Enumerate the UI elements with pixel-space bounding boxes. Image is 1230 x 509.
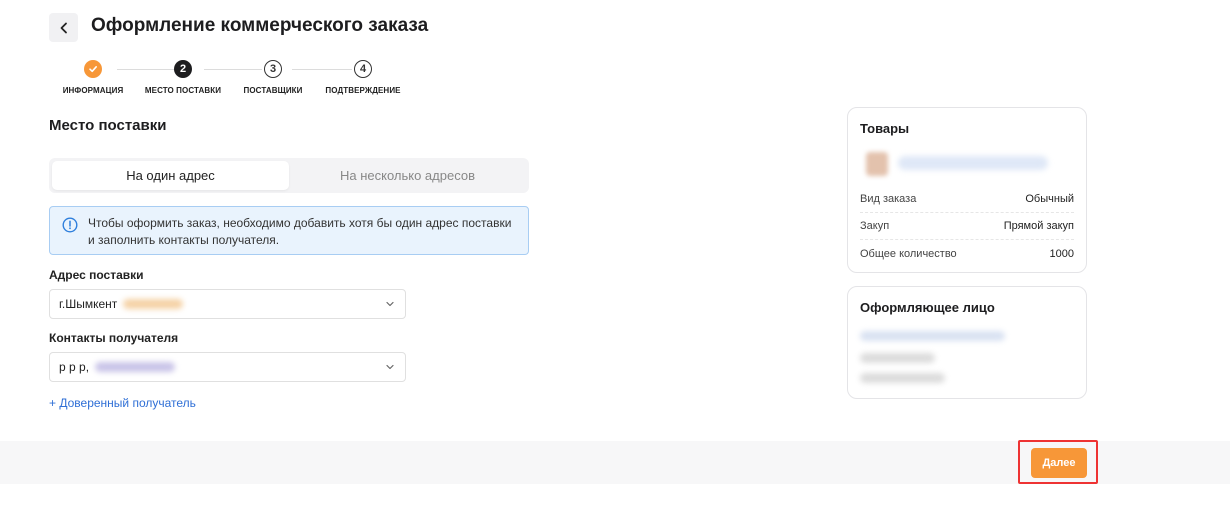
redacted-text bbox=[860, 373, 945, 383]
row-key: Закуп bbox=[860, 220, 890, 232]
issuer-card: Оформляющее лицо bbox=[847, 286, 1087, 399]
step-number: 2 bbox=[174, 60, 192, 78]
redacted-text bbox=[860, 331, 1005, 341]
issuer-card-title: Оформляющее лицо bbox=[860, 300, 995, 315]
contacts-label: Контакты получателя bbox=[49, 331, 179, 345]
row-key: Вид заказа bbox=[860, 193, 917, 205]
chevron-down-icon bbox=[386, 364, 394, 370]
tab-multiple-addresses[interactable]: На несколько адресов bbox=[289, 161, 526, 190]
goods-card: Товары Вид заказа Обычный Закуп Прямой з… bbox=[847, 107, 1087, 273]
goods-row: Закуп Прямой закуп bbox=[860, 213, 1074, 240]
step-suppliers[interactable]: 3 ПОСТАВЩИКИ bbox=[223, 58, 323, 95]
step-label: МЕСТО ПОСТАВКИ bbox=[144, 86, 222, 95]
delivery-mode-switch: На один адрес На несколько адресов bbox=[49, 158, 529, 193]
step-label: ПОСТАВЩИКИ bbox=[243, 86, 303, 95]
step-number: 3 bbox=[264, 60, 282, 78]
row-value: Прямой закуп bbox=[1003, 220, 1074, 232]
order-stepper: ИНФОРМАЦИЯ 2 МЕСТО ПОСТАВКИ 3 ПОСТАВЩИКИ… bbox=[60, 58, 410, 100]
info-icon bbox=[62, 217, 78, 233]
step-confirmation[interactable]: 4 ПОДТВЕРЖДЕНИЕ bbox=[313, 58, 413, 95]
page-title: Оформление коммерческого заказа bbox=[91, 15, 429, 36]
info-alert: Чтобы оформить заказ, необходимо добавит… bbox=[49, 206, 529, 255]
step-label: ПОДТВЕРЖДЕНИЕ bbox=[325, 86, 401, 95]
contacts-value: р р р, bbox=[59, 360, 90, 374]
redacted-text bbox=[860, 353, 935, 363]
step-delivery-place[interactable]: 2 МЕСТО ПОСТАВКИ bbox=[133, 58, 233, 95]
info-text: Чтобы оформить заказ, необходимо добавит… bbox=[88, 216, 512, 247]
address-label: Адрес поставки bbox=[49, 268, 144, 282]
step-label: ИНФОРМАЦИЯ bbox=[62, 86, 124, 95]
redacted-text bbox=[123, 299, 184, 309]
row-value: Обычный bbox=[1025, 193, 1074, 205]
back-button[interactable] bbox=[49, 13, 78, 42]
check-icon bbox=[84, 60, 102, 78]
chevron-down-icon bbox=[386, 301, 394, 307]
address-select[interactable]: г.Шымкент bbox=[49, 289, 406, 319]
contacts-select[interactable]: р р р, bbox=[49, 352, 406, 382]
section-title: Место поставки bbox=[49, 117, 167, 134]
chevron-left-icon bbox=[60, 22, 67, 33]
goods-row: Вид заказа Обычный bbox=[860, 186, 1074, 213]
redacted-text bbox=[95, 362, 176, 372]
add-trusted-recipient-link[interactable]: + Доверенный получатель bbox=[49, 396, 196, 410]
address-value: г.Шымкент bbox=[59, 297, 118, 311]
product-thumbnail bbox=[866, 152, 888, 176]
row-value: 1000 bbox=[1049, 247, 1074, 260]
tab-single-address[interactable]: На один адрес bbox=[52, 161, 289, 190]
row-key: Общее количество bbox=[860, 247, 957, 260]
step-information[interactable]: ИНФОРМАЦИЯ bbox=[43, 58, 143, 95]
goods-card-title: Товары bbox=[860, 121, 910, 136]
redacted-text bbox=[898, 156, 1048, 170]
step-number: 4 bbox=[354, 60, 372, 78]
goods-row: Общее количество 1000 bbox=[860, 240, 1074, 267]
next-button[interactable]: Далее bbox=[1031, 448, 1087, 478]
